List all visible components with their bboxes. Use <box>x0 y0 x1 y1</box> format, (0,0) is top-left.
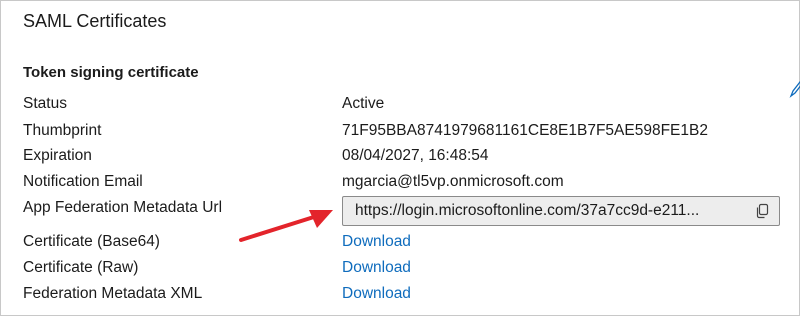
cert-raw-download-link[interactable]: Download <box>342 259 411 277</box>
status-label: Status <box>23 95 67 112</box>
notification-email-value: mgarcia@tl5vp.onmicrosoft.com <box>342 173 564 190</box>
cert-base64-download-link[interactable]: Download <box>342 233 411 251</box>
metadata-url-label: App Federation Metadata Url <box>23 199 223 216</box>
status-value: Active <box>342 95 385 112</box>
expiration-value: 08/04/2027, 16:48:54 <box>342 147 489 164</box>
federation-xml-download-link[interactable]: Download <box>342 285 411 303</box>
cert-base64-label: Certificate (Base64) <box>23 233 160 250</box>
red-arrow-annotation <box>239 210 333 242</box>
section-title: SAML Certificates <box>23 11 167 31</box>
copy-icon <box>756 203 769 219</box>
metadata-url-value[interactable]: https://login.microsoftonline.com/37a7cc… <box>343 202 745 220</box>
copy-button[interactable] <box>745 197 779 225</box>
edit-pencil-icon[interactable] <box>789 79 800 99</box>
notification-email-label: Notification Email <box>23 173 143 190</box>
expiration-label: Expiration <box>23 147 92 164</box>
token-signing-title: Token signing certificate <box>23 64 199 81</box>
federation-xml-label: Federation Metadata XML <box>23 285 203 302</box>
saml-certificates-panel: SAML Certificates Token signing certific… <box>0 0 800 316</box>
thumbprint-label: Thumbprint <box>23 122 102 139</box>
thumbprint-value: 71F95BBA8741979681161CE8E1B7F5AE598FE1B2 <box>342 122 708 139</box>
cert-raw-label: Certificate (Raw) <box>23 259 139 276</box>
metadata-url-field[interactable]: https://login.microsoftonline.com/37a7cc… <box>342 196 780 226</box>
